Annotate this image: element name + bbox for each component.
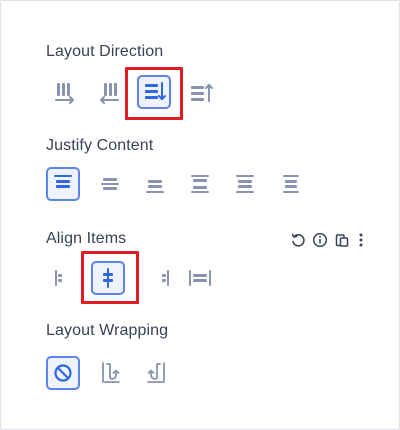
wrap-reverse-button[interactable] <box>139 356 173 390</box>
no-wrap-icon <box>54 364 72 382</box>
align-items-title: Align Items <box>46 230 127 247</box>
no-wrap-button[interactable] <box>46 356 80 390</box>
direction-row-button[interactable] <box>48 76 82 110</box>
align-stretch-icon <box>189 270 211 286</box>
highlight-box-direction <box>125 67 183 120</box>
justify-end-button[interactable] <box>138 167 172 201</box>
align-start-icon <box>55 270 62 286</box>
align-end-button[interactable] <box>147 261 181 295</box>
reset-icon[interactable] <box>289 231 307 249</box>
wrap-icon <box>102 362 120 383</box>
justify-start-button[interactable] <box>46 167 80 201</box>
properties-panel: Layout Direction Justify Content Align I… <box>0 0 400 430</box>
direction-column-reverse-button[interactable] <box>184 76 218 110</box>
layout-wrapping-title: Layout Wrapping <box>46 322 169 339</box>
justify-start-icon <box>54 175 72 188</box>
justify-center-icon <box>101 178 119 190</box>
direction-column-reverse-icon <box>191 84 213 102</box>
justify-space-between-icon <box>191 175 209 193</box>
justify-content-title: Justify Content <box>46 137 154 154</box>
justify-space-around-button[interactable] <box>228 167 262 201</box>
direction-row-reverse-icon <box>100 83 119 104</box>
direction-row-reverse-button[interactable] <box>92 76 126 110</box>
align-start-button[interactable] <box>43 261 77 295</box>
justify-end-icon <box>146 180 164 193</box>
align-end-icon <box>162 270 169 286</box>
justify-space-between-button[interactable] <box>183 167 217 201</box>
copy-icon[interactable] <box>333 231 351 249</box>
layout-direction-title: Layout Direction <box>46 43 164 60</box>
more-options-icon[interactable] <box>354 231 368 249</box>
highlight-box-align <box>81 251 139 304</box>
wrap-reverse-icon <box>147 362 165 383</box>
justify-center-button[interactable] <box>93 167 127 201</box>
justify-space-around-icon <box>236 175 254 193</box>
justify-space-evenly-icon <box>283 175 299 193</box>
wrap-button[interactable] <box>94 356 128 390</box>
direction-row-icon <box>55 83 74 104</box>
align-stretch-button[interactable] <box>183 261 217 295</box>
info-icon[interactable] <box>311 231 329 249</box>
justify-space-evenly-button[interactable] <box>274 167 308 201</box>
